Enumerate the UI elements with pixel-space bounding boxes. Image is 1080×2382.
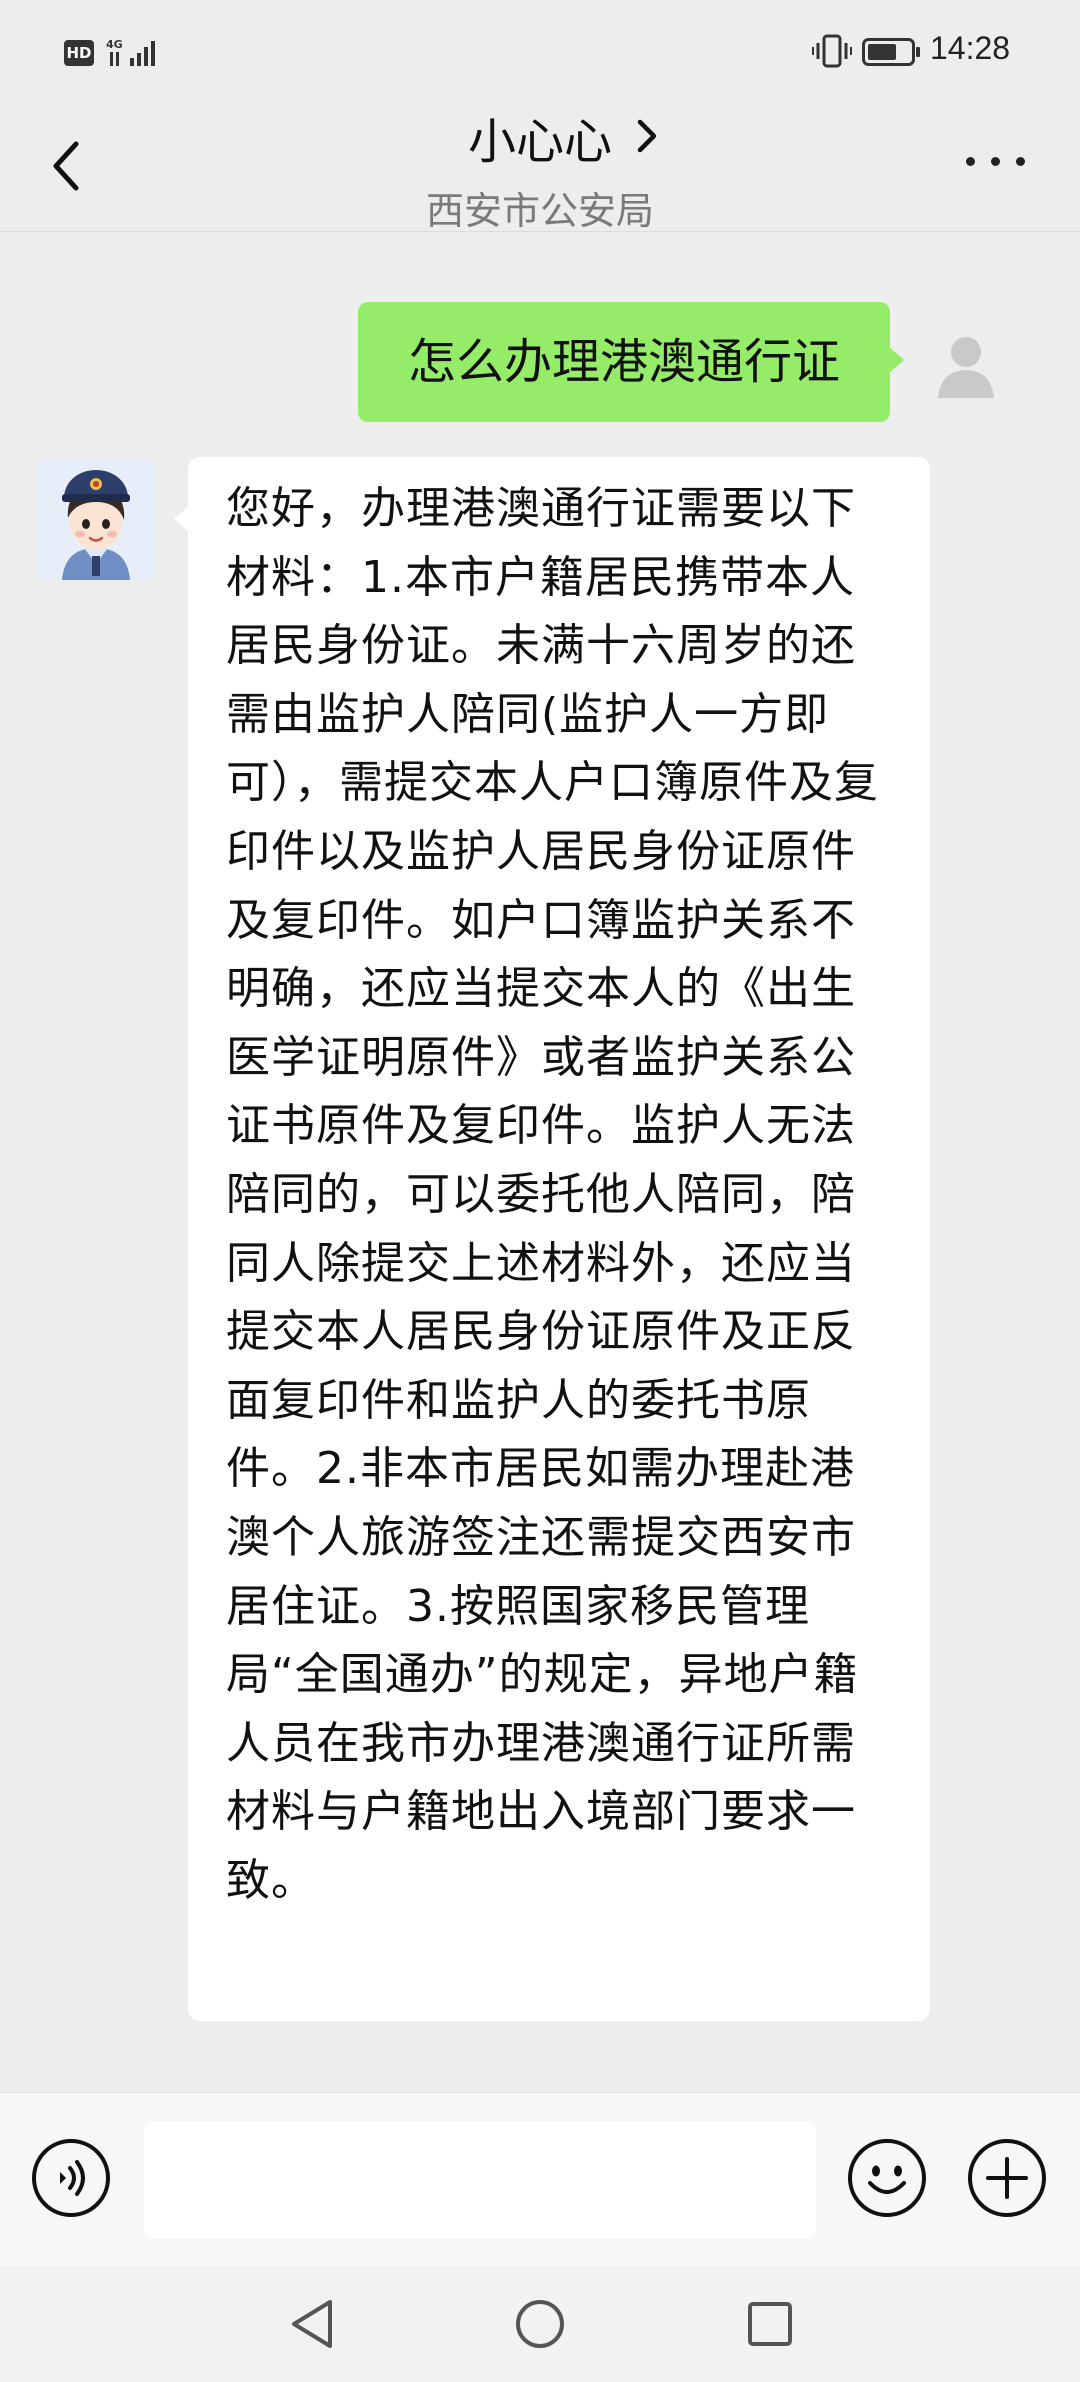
status-bar: HD 4G 14:28 — [0, 0, 1080, 100]
emoji-button[interactable] — [846, 2137, 928, 2219]
battery-icon — [862, 38, 920, 66]
chat-title[interactable]: 小心心 — [467, 102, 657, 172]
system-nav-bar — [0, 2266, 1080, 2382]
chat-header: 小心心 西安市公安局 — [0, 100, 1080, 235]
chevron-right-icon — [637, 119, 657, 153]
police-avatar[interactable] — [36, 460, 156, 580]
nav-home-button[interactable] — [512, 2294, 568, 2354]
emoji-icon — [848, 2139, 926, 2217]
voice-icon — [32, 2139, 110, 2217]
vibrate-icon — [812, 34, 852, 68]
chat-subtitle: 西安市公安局 — [425, 189, 654, 233]
chat-screen: HD 4G 14:28 小心心 西安市公安局 怎么办理港澳通行证 您好，办理港澳… — [0, 0, 1080, 2382]
outgoing-message: 怎么办理港澳通行证 — [358, 302, 904, 422]
default-avatar-icon — [926, 322, 1006, 402]
nav-recents-button[interactable] — [742, 2294, 798, 2354]
nav-back-button[interactable] — [284, 2294, 338, 2354]
voice-button[interactable] — [30, 2137, 112, 2219]
status-time: 14:28 — [930, 30, 1011, 66]
input-bar — [0, 2092, 1080, 2266]
police-officer-avatar-icon — [36, 460, 156, 580]
more-dot — [1016, 157, 1025, 166]
incoming-bubble[interactable]: 您好，办理港澳通行证需要以下材料：1.本市户籍居民携带本人居民身份证。未满十六周… — [174, 457, 930, 2021]
signal-icon: 4G — [106, 38, 155, 66]
hd-badge: HD — [64, 40, 94, 66]
more-options-button[interactable] — [962, 145, 1032, 175]
network-type-label: 4G — [106, 38, 123, 51]
plus-button[interactable] — [966, 2137, 1048, 2219]
title-group: 小心心 西安市公安局 — [0, 100, 1080, 235]
more-dot — [966, 157, 975, 166]
chevron-left-icon — [53, 141, 79, 191]
user-avatar[interactable] — [926, 322, 1006, 402]
back-button[interactable] — [42, 130, 92, 200]
chat-title-text: 小心心 — [467, 114, 612, 170]
circle-home-icon — [516, 2300, 564, 2348]
square-recents-icon — [748, 2302, 792, 2346]
triangle-back-icon — [292, 2300, 332, 2348]
message-input[interactable] — [144, 2121, 816, 2239]
outgoing-bubble[interactable]: 怎么办理港澳通行证 — [358, 302, 904, 422]
more-dot — [991, 157, 1000, 166]
